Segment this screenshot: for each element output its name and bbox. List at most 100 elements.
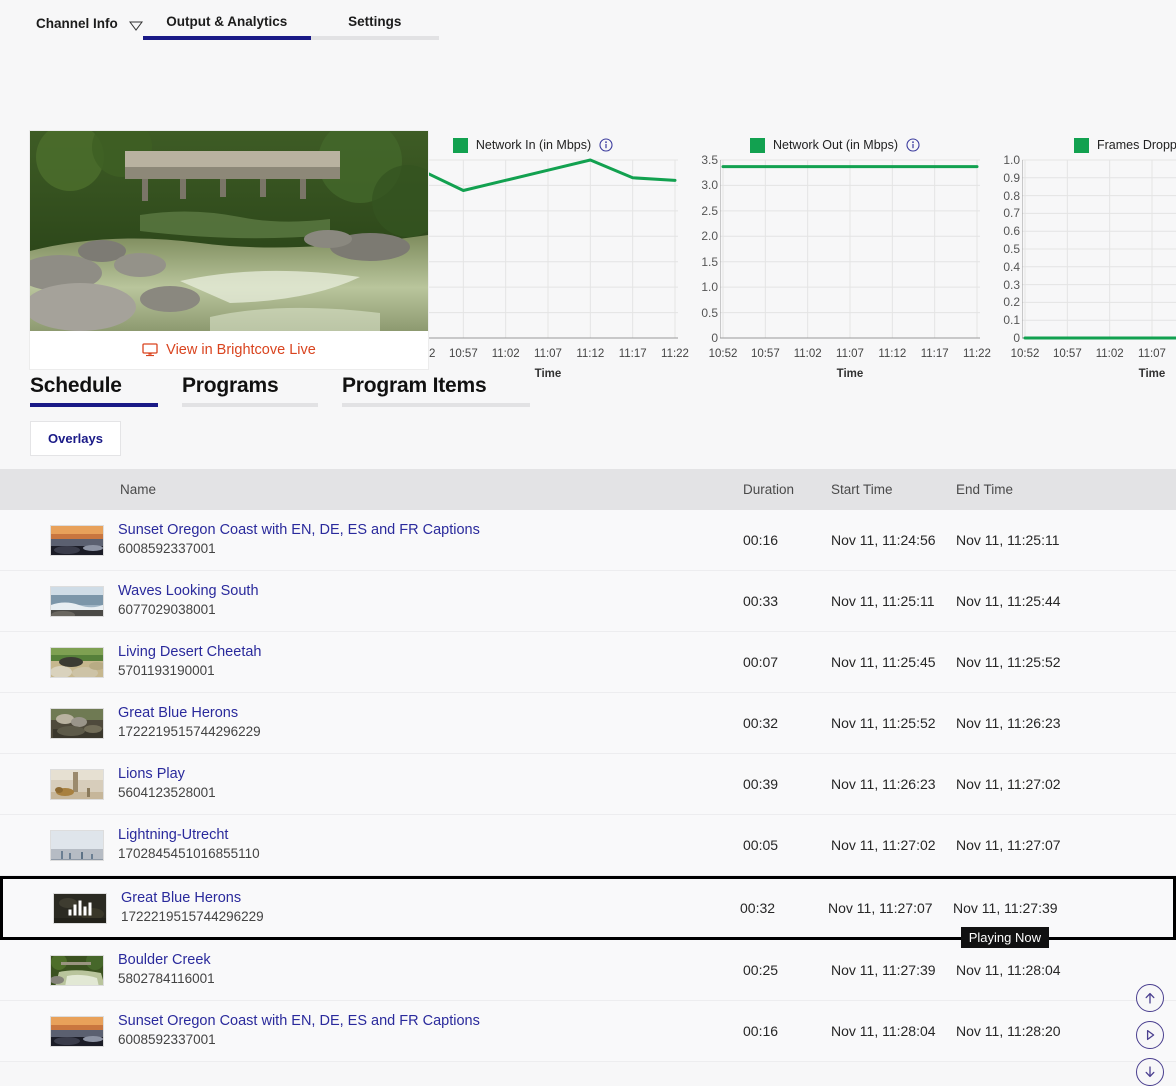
table-row[interactable]: Boulder Creek580278411600100:25Nov 11, 1… <box>0 940 1176 1001</box>
row-name-cell: Boulder Creek5802784116001 <box>118 951 743 989</box>
table-row[interactable]: Great Blue Herons172221951574429622900:3… <box>0 693 1176 754</box>
y-tick-label: 0.6 <box>1003 224 1020 238</box>
y-tick-label: 0.7 <box>1003 206 1020 220</box>
row-name-cell: Lightning-Utrecht1702845451016855110 <box>118 826 743 864</box>
row-thumbnail-cell <box>0 1016 118 1047</box>
x-tick-label: 11:07 <box>534 348 562 360</box>
overlays-button[interactable]: Overlays <box>30 421 121 456</box>
row-duration: 00:16 <box>743 1023 831 1039</box>
channel-info-label: Channel Info <box>36 16 118 31</box>
video-thumbnail[interactable] <box>53 893 107 924</box>
x-tick-label: 10:52 <box>1011 348 1040 360</box>
y-tick-label: 1.0 <box>701 280 718 294</box>
row-end-time: Nov 11, 11:25:52 <box>956 654 1176 670</box>
video-thumbnail[interactable] <box>50 1016 104 1047</box>
row-thumbnail-cell <box>0 769 118 800</box>
info-icon[interactable] <box>906 138 920 152</box>
y-tick-label: 0.9 <box>1003 171 1020 185</box>
move-down-button[interactable] <box>1136 1058 1164 1086</box>
table-row[interactable]: Sunset Oregon Coast with EN, DE, ES and … <box>0 510 1176 571</box>
row-name-cell: Sunset Oregon Coast with EN, DE, ES and … <box>118 521 743 559</box>
chart-frames-dropped-xtitle: Time <box>1022 368 1176 380</box>
tab-output-analytics-label: Output & Analytics <box>166 14 287 29</box>
chart-network-out-xaxis: 10:5210:5711:0211:0711:1211:1711:22 <box>720 346 980 363</box>
play-button[interactable] <box>1136 1021 1164 1049</box>
video-name-link[interactable]: Sunset Oregon Coast with EN, DE, ES and … <box>118 1012 743 1032</box>
video-thumbnail[interactable] <box>50 955 104 986</box>
chart-network-out-svg <box>720 156 980 346</box>
info-icon[interactable] <box>599 138 613 152</box>
schedule-table: Name Duration Start Time End Time Sunset… <box>0 469 1176 1062</box>
chart-frames-dropped-svg <box>1022 156 1176 346</box>
tab-output-analytics[interactable]: Output & Analytics <box>143 0 311 40</box>
tab-underline <box>311 36 439 40</box>
row-end-time: Nov 11, 11:27:02 <box>956 776 1176 792</box>
x-tick-label: 11:12 <box>576 348 604 360</box>
chart-network-in-plot: 00.51.01.52.02.53.03.5 <box>388 156 678 346</box>
row-duration: 00:16 <box>743 532 831 548</box>
video-id: 6077029038001 <box>118 601 743 620</box>
video-id: 1722219515744296229 <box>121 908 740 927</box>
video-id: 5604123528001 <box>118 784 743 803</box>
section-tab-program-items[interactable]: Program Items <box>342 374 542 407</box>
y-tick-label: 0 <box>711 331 718 345</box>
video-name-link[interactable]: Lions Play <box>118 765 743 785</box>
video-name-link[interactable]: Waves Looking South <box>118 582 743 602</box>
video-name-link[interactable]: Sunset Oregon Coast with EN, DE, ES and … <box>118 521 743 541</box>
channel-info-dropdown[interactable]: Channel Info <box>36 0 143 31</box>
row-duration: 00:32 <box>743 715 831 731</box>
video-thumbnail[interactable] <box>50 586 104 617</box>
tab-settings[interactable]: Settings <box>311 0 439 40</box>
legend-swatch-icon <box>750 138 765 153</box>
table-row[interactable]: Living Desert Cheetah570119319000100:07N… <box>0 632 1176 693</box>
row-end-time: Nov 11, 11:25:11 <box>956 532 1176 548</box>
chart-frames-dropped-title: Frames Dropped <box>1097 138 1176 152</box>
chart-network-in: Network In (in Mbps) 00.51.01.52.02.53.0… <box>388 134 678 380</box>
row-duration: 00:25 <box>743 962 831 978</box>
y-tick-label: 2.5 <box>701 204 718 218</box>
y-tick-label: 1.0 <box>1003 153 1020 167</box>
video-name-link[interactable]: Great Blue Herons <box>121 889 740 909</box>
table-row[interactable]: Sunset Oregon Coast with EN, DE, ES and … <box>0 1001 1176 1062</box>
live-video-preview[interactable] <box>30 131 428 331</box>
table-row-playing[interactable]: Great Blue Herons172221951574429622900:3… <box>0 876 1176 940</box>
video-name-link[interactable]: Living Desert Cheetah <box>118 643 743 663</box>
section-tab-schedule[interactable]: Schedule <box>30 374 170 407</box>
schedule-section: Schedule Programs Program Items Overlays <box>0 374 1176 456</box>
video-id: 5701193190001 <box>118 662 743 681</box>
y-tick-label: 3.5 <box>701 153 718 167</box>
row-thumbnail-cell <box>3 893 121 924</box>
y-tick-label: 2.0 <box>701 229 718 243</box>
row-start-time: Nov 11, 11:26:23 <box>831 776 956 792</box>
video-name-link[interactable]: Great Blue Herons <box>118 704 743 724</box>
video-thumbnail[interactable] <box>50 708 104 739</box>
video-thumbnail[interactable] <box>50 830 104 861</box>
video-thumbnail[interactable] <box>50 647 104 678</box>
row-duration: 00:05 <box>743 837 831 853</box>
row-thumbnail-cell <box>0 586 118 617</box>
section-tab-programs[interactable]: Programs <box>182 374 330 407</box>
move-up-button[interactable] <box>1136 984 1164 1012</box>
row-end-time: Nov 11, 11:28:04 <box>956 962 1176 978</box>
video-id: 6008592337001 <box>118 1031 743 1050</box>
table-row[interactable]: Lions Play560412352800100:39Nov 11, 11:2… <box>0 754 1176 815</box>
row-end-time: Nov 11, 11:27:07 <box>956 837 1176 853</box>
row-start-time: Nov 11, 11:27:39 <box>831 962 956 978</box>
video-id: 6008592337001 <box>118 540 743 559</box>
video-thumbnail[interactable] <box>50 525 104 556</box>
section-tab-schedule-label: Schedule <box>30 374 122 397</box>
live-preview-card: View in Brightcove Live <box>30 131 428 369</box>
row-start-time: Nov 11, 11:27:07 <box>828 900 953 916</box>
row-name-cell: Living Desert Cheetah5701193190001 <box>118 643 743 681</box>
row-end-time: Nov 11, 11:25:44 <box>956 593 1176 609</box>
video-thumbnail[interactable] <box>50 769 104 800</box>
view-in-brightcove-live-link[interactable]: View in Brightcove Live <box>30 331 428 369</box>
video-name-link[interactable]: Boulder Creek <box>118 951 743 971</box>
x-tick-label: 11:12 <box>878 348 906 360</box>
legend-swatch-icon <box>1074 138 1089 153</box>
row-name-cell: Great Blue Herons1722219515744296229 <box>118 704 743 742</box>
video-name-link[interactable]: Lightning-Utrecht <box>118 826 743 846</box>
table-row[interactable]: Lightning-Utrecht170284545101685511000:0… <box>0 815 1176 876</box>
table-row[interactable]: Waves Looking South607702903800100:33Nov… <box>0 571 1176 632</box>
y-tick-label: 0.3 <box>1003 278 1020 292</box>
